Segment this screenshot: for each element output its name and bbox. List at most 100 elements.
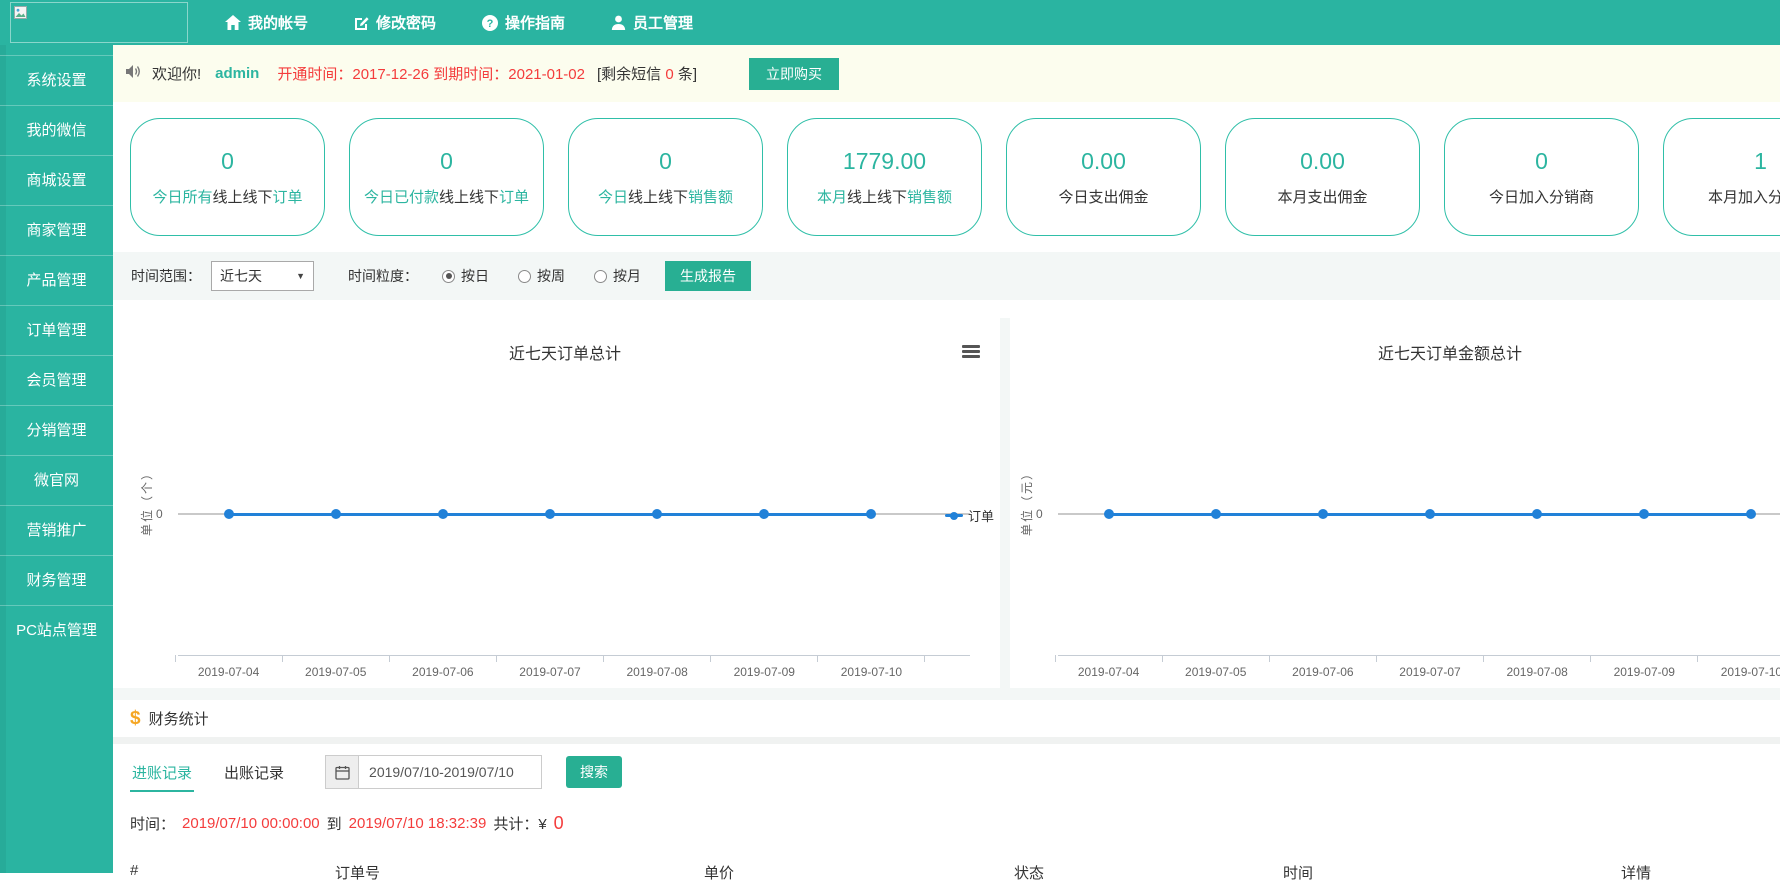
x-axis-tick-label: 2019-07-09 [711,665,818,679]
speaker-icon [125,64,142,83]
chart-title: 近七天订单金额总计 [1010,340,1780,364]
data-point [331,509,341,519]
data-point [1104,509,1114,519]
data-point [866,509,876,519]
time-summary-row: 时间： 2019/07/10 00:00:00 到 2019/07/10 18:… [113,800,1780,846]
granularity-radio[interactable]: 按日 [442,266,489,286]
welcome-bar: 欢迎你! admin 开通时间：2017-12-26 到期时间：2021-01-… [113,45,1780,102]
granularity-radio[interactable]: 按周 [518,266,565,286]
stat-card-value: 1779.00 [843,148,926,175]
y-axis-tick: 0 [1036,507,1043,521]
broken-image-icon [14,6,27,24]
x-axis-tick-label: 2019-07-06 [389,665,496,679]
sidebar-item[interactable]: 商家管理 [0,205,113,255]
stat-card-label: 今日加入分销商 [1489,186,1594,207]
sms-remaining: [剩余短信 0 条] [597,63,697,84]
data-point [224,509,234,519]
topbar-nav-item[interactable]: 修改密码 [354,12,436,33]
y-axis-tick: 0 [156,507,163,521]
generate-report-button[interactable]: 生成报告 [665,261,751,291]
sidebar-item[interactable]: 财务管理 [0,555,113,605]
x-axis-tick-label: 2019-07-04 [1055,665,1162,679]
top-bar: 我的帐号 修改密码 ?操作指南 员工管理 [0,0,1780,45]
chart-legend[interactable]: 订单 [945,506,994,525]
sidebar-item[interactable]: 我的微信 [0,105,113,155]
search-button[interactable]: 搜索 [566,756,622,788]
nav-item-label: 修改密码 [376,12,436,33]
spacer [113,688,1780,700]
sidebar-item[interactable]: 微官网 [0,455,113,505]
menu-icon[interactable] [962,345,980,360]
summary-end-time: 2019/07/10 18:32:39 [349,815,487,832]
spacer [1000,318,1010,688]
logo-image-placeholder [10,2,188,43]
x-axis-tick-label: 2019-07-06 [1269,665,1376,679]
sidebar-item[interactable]: 订单管理 [0,305,113,355]
radio-circle-icon [442,270,455,283]
sidebar-item[interactable]: 营销推广 [0,505,113,555]
finance-tab[interactable]: 出账记录 [222,753,286,792]
time-range-select[interactable]: 近七天 ▼ [211,261,314,291]
summary-to: 到 [327,813,342,834]
data-point [1425,509,1435,519]
sidebar-item[interactable]: 商城设置 [0,155,113,205]
data-point [1746,509,1756,519]
sidebar-item[interactable]: 分销管理 [0,405,113,455]
x-axis-tick-label: 2019-07-07 [1376,665,1483,679]
sidebar: 系统设置我的微信商城设置商家管理产品管理订单管理会员管理分销管理微官网营销推广财… [0,45,113,873]
table-column-header: # [130,862,138,879]
data-point [1211,509,1221,519]
x-axis-labels: 2019-07-042019-07-052019-07-062019-07-07… [1055,665,1780,679]
data-point [1639,509,1649,519]
data-point [545,509,555,519]
finance-tabs-row: 进账记录出账记录 搜索 [113,744,1780,800]
top-nav: 我的帐号 修改密码 ?操作指南 员工管理 [225,0,693,45]
main-content: 欢迎你! admin 开通时间：2017-12-26 到期时间：2021-01-… [113,45,1780,873]
data-point [759,509,769,519]
radio-circle-icon [594,270,607,283]
topbar-nav-item[interactable]: 员工管理 [611,12,693,33]
data-point [1532,509,1542,519]
x-axis-tick-label: 2019-07-07 [496,665,603,679]
filter-row: 时间范围： 近七天 ▼ 时间粒度： 按日按周按月 生成报告 [113,252,1780,300]
chevron-down-icon: ▼ [296,271,305,281]
granularity-radio[interactable]: 按月 [594,266,641,286]
nav-item-label: 员工管理 [633,12,693,33]
question-icon: ? [482,15,498,31]
x-axis-ticks [175,655,925,662]
x-axis-ticks [1055,655,1780,662]
sidebar-item[interactable]: 系统设置 [0,55,113,105]
chart-panel: 近七天订单金额总计单位（元）0 2019-07-042019-07-052019-… [1010,318,1780,688]
sidebar-item[interactable]: 产品管理 [0,255,113,305]
sidebar-item[interactable]: PC站点管理 [0,605,113,655]
x-axis-tick-label: 2019-07-08 [604,665,711,679]
stat-card: 0.00本月支出佣金 [1225,118,1420,236]
stat-card-value: 0 [659,148,672,175]
summary-label: 时间： [130,813,175,834]
tabs-slot: 进账记录出账记录 [130,753,314,792]
calendar-icon[interactable] [325,755,359,789]
finance-section-title: 财务统计 [149,708,209,729]
summary-total-value: 0 [554,813,564,834]
topbar-nav-item[interactable]: ?操作指南 [482,12,565,33]
date-range-input[interactable] [359,755,542,789]
stat-card-value: 0 [221,148,234,175]
stat-card-value: 0 [1535,148,1548,175]
data-point [652,509,662,519]
stat-card: 0 今日加入分销商 [1444,118,1639,236]
sidebar-item[interactable]: 会员管理 [0,355,113,405]
radio-circle-icon [518,270,531,283]
stat-card: 0今日所有线上线下订单 [130,118,325,236]
stat-card: 1本月加入分销商 [1663,118,1780,236]
sms-count: 0 [665,66,673,83]
finance-tab[interactable]: 进账记录 [130,753,194,792]
topbar-nav-item[interactable]: 我的帐号 [225,12,308,33]
buy-now-button[interactable]: 立即购买 [749,58,839,90]
stat-card: 0今日线上线下销售额 [568,118,763,236]
stat-card-label: 本月支出佣金 [1277,186,1367,207]
x-axis-tick-label: 2019-07-04 [175,665,282,679]
spacer [113,737,1780,744]
y-axis-label: 单位（个） [138,466,155,536]
x-axis-tick-label: 2019-07-05 [282,665,389,679]
y-axis-label: 单位（元） [1018,466,1035,536]
